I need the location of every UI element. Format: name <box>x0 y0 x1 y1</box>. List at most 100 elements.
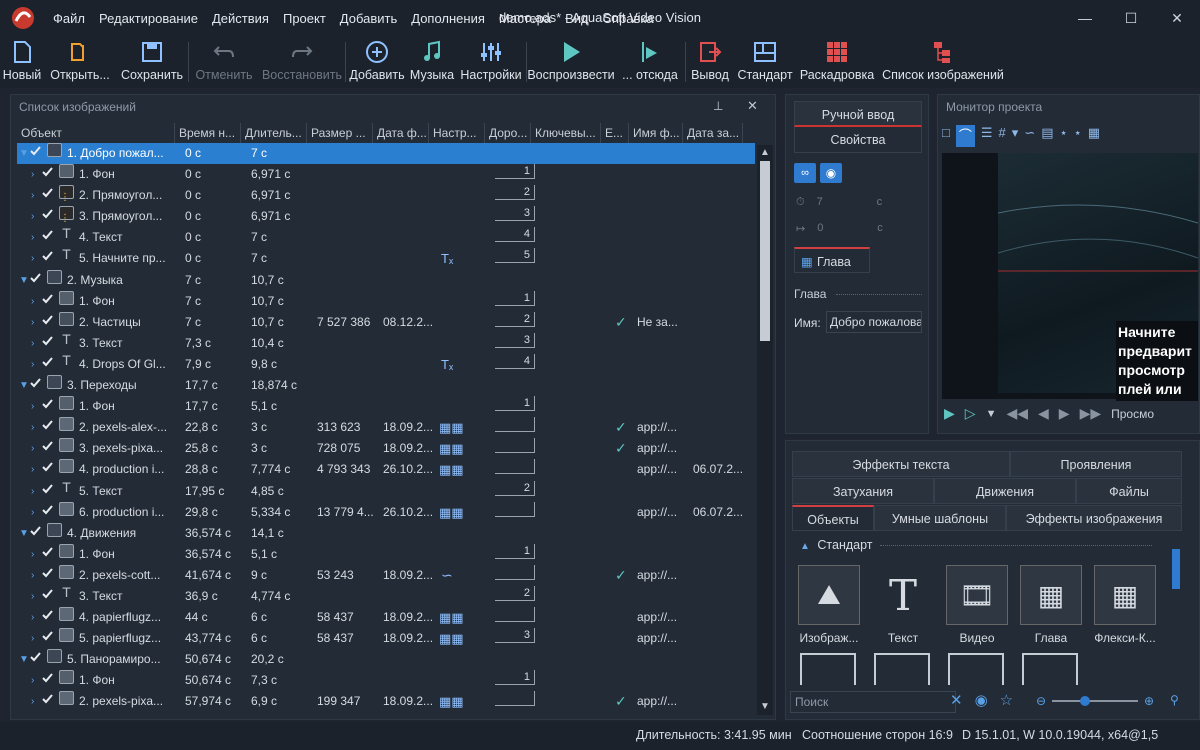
table-row[interactable]: ▼ 4. Движения 36,574 с 14,1 с <box>17 522 755 544</box>
tab-motions[interactable]: Движения <box>934 478 1076 504</box>
image-effect-icon[interactable]: ▦▦ <box>439 607 464 628</box>
expand-icon[interactable]: › <box>31 312 34 333</box>
column-header[interactable]: Объект <box>17 123 175 143</box>
clear-icon[interactable]: ✕ <box>950 691 963 709</box>
vertical-scrollbar[interactable]: ▲ ▼ <box>757 145 773 715</box>
expand-icon[interactable]: › <box>31 417 34 438</box>
music-button[interactable]: Музыка <box>408 36 456 86</box>
position-field[interactable]: 0 <box>817 222 867 234</box>
dropdown-icon[interactable]: ▾ <box>1012 125 1019 147</box>
visibility-checkbox[interactable] <box>41 481 54 494</box>
expand-icon[interactable]: › <box>31 185 34 206</box>
rewind-icon[interactable]: ◀◀ <box>1006 405 1028 422</box>
visibility-checkbox[interactable] <box>41 206 54 219</box>
table-row[interactable]: › 2. Частицы 7 с 10,7 с 7 527 386 08.12.2... 2… <box>17 311 755 333</box>
object-item[interactable]: ⛰ Изображ... <box>794 565 864 645</box>
film-icon[interactable]: ▤ <box>1041 125 1053 147</box>
close-panel-icon[interactable]: ✕ <box>747 98 758 114</box>
visibility-checkbox[interactable] <box>41 586 54 599</box>
menu-item[interactable]: Проект <box>276 11 333 26</box>
standard-layout-button[interactable]: Стандарт <box>734 36 796 86</box>
image-effect-icon[interactable]: ▦▦ <box>439 628 464 649</box>
expand-icon[interactable]: › <box>31 291 34 312</box>
table-row[interactable]: › 3. pexels-pixa... 25,8 с 3 с 728 075 18.09.… <box>17 438 755 459</box>
table-row[interactable]: ▼ 2. Музыка 7 с 10,7 с <box>17 269 755 291</box>
dropdown-icon[interactable]: ▼ <box>986 408 997 420</box>
column-header[interactable]: Дата ф... <box>373 123 429 143</box>
preview-button[interactable]: Просмо <box>1111 407 1154 421</box>
eye-icon[interactable]: ◉ <box>820 163 842 183</box>
select-icon[interactable]: □ <box>942 125 950 147</box>
scroll-thumb[interactable] <box>760 161 770 341</box>
grid-icon[interactable]: # <box>999 125 1006 147</box>
visibility-checkbox[interactable] <box>41 312 54 325</box>
expand-icon[interactable]: › <box>31 459 34 480</box>
next-icon[interactable]: ▶ <box>1059 405 1070 422</box>
expand-icon[interactable]: › <box>31 628 34 649</box>
visibility-checkbox[interactable] <box>41 248 54 261</box>
column-header[interactable]: Длитель... <box>241 123 307 143</box>
visibility-checkbox[interactable] <box>41 417 54 430</box>
image-effect-icon[interactable]: ▦▦ <box>439 438 464 459</box>
visibility-checkbox[interactable] <box>41 438 54 451</box>
forward-icon[interactable]: ▶▶ <box>1080 405 1102 422</box>
star-icon[interactable]: ☆ <box>1000 691 1013 709</box>
text-effect-icon[interactable]: Tₓ <box>441 354 453 375</box>
zoom-in-icon[interactable]: ⊕ <box>1144 694 1154 708</box>
expand-icon[interactable]: › <box>31 565 34 586</box>
play-button[interactable]: Воспроизвести <box>527 36 615 86</box>
table-row[interactable]: › 2. pexels-pixa... 57,974 с 6,9 с 199 347 18… <box>17 691 755 712</box>
object-item[interactable]: T Текст <box>868 565 938 646</box>
visibility-checkbox[interactable] <box>29 270 42 283</box>
table-row[interactable]: › 2. pexels-alex-... 22,8 с 3 с 313 623 18.09… <box>17 417 755 438</box>
table-row[interactable]: › T 4. Текст 0 с 7 с 4 <box>17 226 755 248</box>
visibility-checkbox[interactable] <box>41 185 54 198</box>
zoom-slider[interactable]: ⊖ ⊕ <box>1036 693 1154 709</box>
menu-item[interactable]: Действия <box>205 11 276 26</box>
expand-icon[interactable]: › <box>31 438 34 459</box>
visibility-checkbox[interactable] <box>41 227 54 240</box>
table-row[interactable]: › T 3. Текст 36,9 с 4,774 с 2 <box>17 585 755 607</box>
save-button[interactable]: Сохранить <box>116 36 188 86</box>
node2-icon[interactable]: ⋆ <box>1074 125 1082 147</box>
align-icon[interactable]: ☰ <box>981 125 993 147</box>
expand-icon[interactable]: ▼ <box>19 649 29 670</box>
text-effect-icon[interactable]: Tₓ <box>441 248 453 269</box>
expand-icon[interactable]: › <box>31 227 34 248</box>
expand-icon[interactable]: › <box>31 164 34 185</box>
tab-smart-templates[interactable]: Умные шаблоны <box>874 505 1006 531</box>
tab-appearances[interactable]: Проявления <box>1010 451 1182 477</box>
visibility-checkbox[interactable] <box>41 164 54 177</box>
expand-icon[interactable]: › <box>31 396 34 417</box>
table-row[interactable]: › 2. pexels-cott... 41,674 с 9 с 53 243 18.09… <box>17 564 755 586</box>
tab-properties[interactable]: Свойства <box>794 127 922 153</box>
eye-icon[interactable]: ◉ <box>975 691 988 709</box>
link-icon[interactable]: ∞ <box>794 163 816 183</box>
visibility-checkbox[interactable] <box>29 375 42 388</box>
expand-icon[interactable]: › <box>31 354 34 375</box>
close-icon[interactable]: ✕ <box>1154 0 1200 36</box>
visibility-checkbox[interactable] <box>41 459 54 472</box>
menu-item[interactable]: Вид <box>558 11 596 26</box>
table-row[interactable]: › ⋮ 2. Прямоугол... 0 с 6,971 с 2 <box>17 185 755 206</box>
menu-item[interactable]: Файл <box>46 11 92 26</box>
visibility-checkbox[interactable] <box>41 291 54 304</box>
expand-icon[interactable]: › <box>31 502 34 523</box>
table-row[interactable]: › ⋮ 3. Прямоугол... 0 с 6,971 с 3 <box>17 206 755 227</box>
tab-chapter[interactable]: ▦ Глава <box>794 247 870 273</box>
expand-icon[interactable]: › <box>31 607 34 628</box>
table-row[interactable]: ▼ 5. Панорамиро... 50,674 с 20,2 с <box>17 649 755 670</box>
image-list-button[interactable]: Список изображений <box>878 36 1008 86</box>
expand-icon[interactable]: › <box>31 670 34 691</box>
column-header[interactable]: Время н... <box>175 123 241 143</box>
visibility-checkbox[interactable] <box>29 649 42 662</box>
menu-item[interactable]: Мастера <box>492 11 558 26</box>
table-row[interactable]: › T 5. Начните пр... 0 с 7 с Tₓ 5 <box>17 247 755 269</box>
slider-handle[interactable] <box>1080 696 1091 706</box>
expand-icon[interactable]: › <box>31 333 34 354</box>
visibility-checkbox[interactable] <box>41 691 54 704</box>
table-row[interactable]: › 4. papierflugz... 44 с 6 с 58 437 18.09.2..… <box>17 607 755 628</box>
menu-item[interactable]: Справка <box>596 11 661 26</box>
minimize-icon[interactable]: — <box>1062 0 1108 36</box>
visibility-checkbox[interactable] <box>41 544 54 557</box>
